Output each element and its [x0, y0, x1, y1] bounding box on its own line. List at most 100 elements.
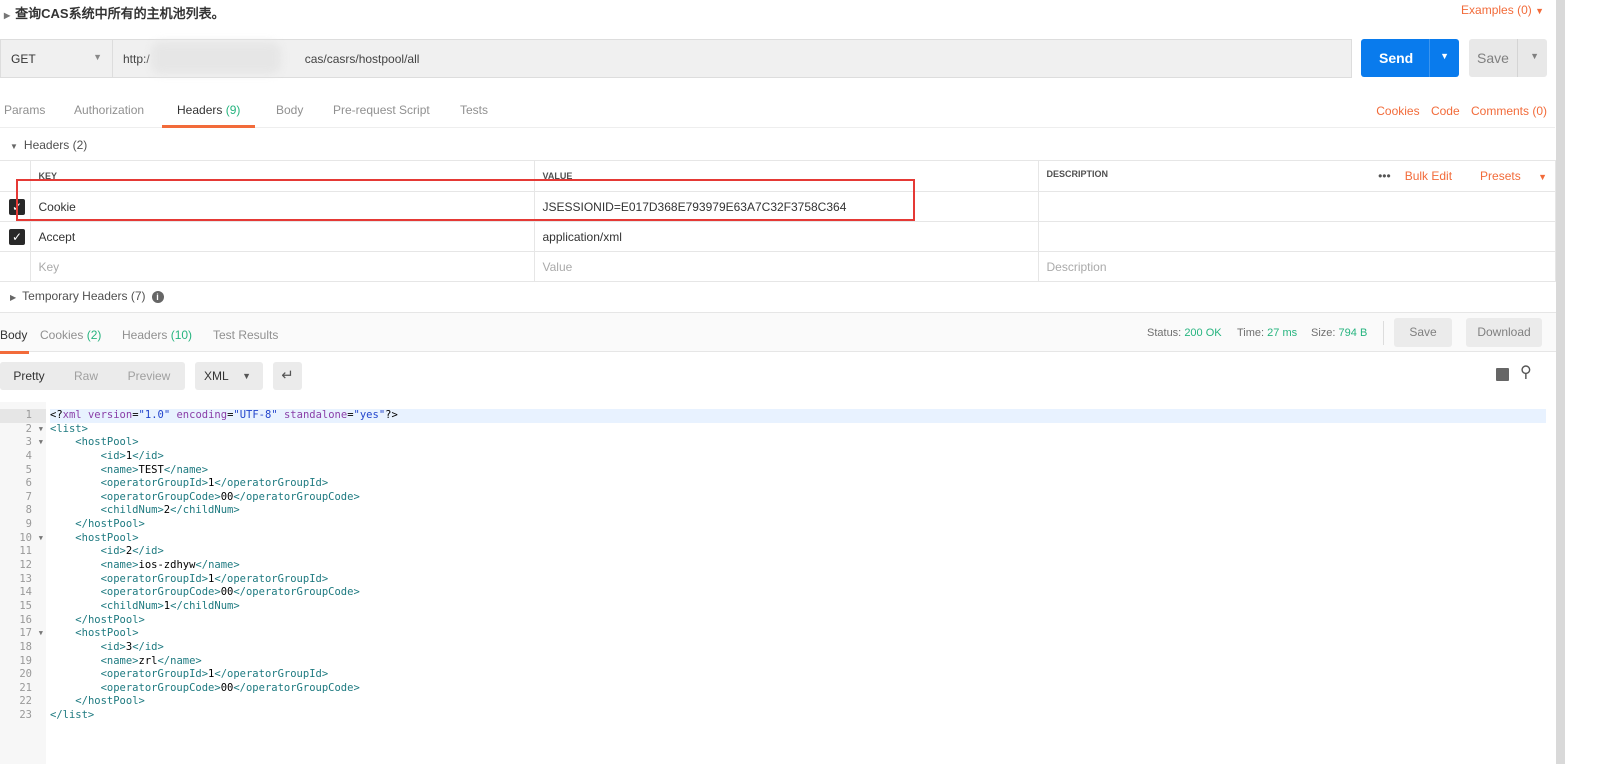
info-icon[interactable]: i — [151, 291, 164, 303]
response-tab-test-results[interactable]: Test Results — [213, 328, 278, 342]
scrollbar[interactable] — [1556, 0, 1565, 764]
header-key[interactable]: Accept — [29, 221, 535, 252]
presets-dropdown[interactable]: Presets ▼ — [1466, 169, 1547, 183]
code-line: <operatorGroupCode>00</operatorGroupCode… — [100, 681, 360, 694]
code-line: <operatorGroupCode>00</operatorGroupCode… — [100, 586, 360, 599]
caret-down-icon: ▼ — [242, 371, 251, 381]
wrap-lines-icon[interactable]: ↵ — [273, 362, 302, 390]
code-line: <name>zrl</name> — [100, 654, 202, 667]
code-line: <id>2</id> — [100, 545, 164, 558]
copy-icon[interactable] — [1496, 368, 1509, 381]
highlight-annotation-box — [16, 179, 915, 221]
code-line: <childNum>2</childNum> — [100, 504, 240, 517]
line-number: 13 — [19, 572, 32, 585]
line-number: 10 ▼ — [19, 531, 43, 546]
view-preview[interactable]: Preview — [114, 362, 184, 390]
column-description: DESCRIPTION ••• Bulk Edit Presets ▼ — [1037, 160, 1556, 192]
fold-arrow-icon[interactable]: ▼ — [39, 436, 43, 450]
fold-arrow-icon[interactable]: ▼ — [39, 532, 43, 546]
line-number: 9 — [25, 518, 32, 531]
url-bar: GET ▼ http:/cas/casrs/hostpool/all — [0, 39, 1352, 78]
response-tab-cookies[interactable]: Cookies (2) — [40, 328, 101, 342]
send-button[interactable]: Send ▼ — [1361, 39, 1459, 77]
code-line: </hostPool> — [75, 695, 145, 708]
new-value-input[interactable]: Value — [533, 251, 1039, 282]
format-select[interactable]: XML ▼ — [195, 362, 263, 390]
caret-down-icon[interactable]: ▼ — [1530, 51, 1539, 61]
line-number: 3 ▼ — [25, 436, 43, 450]
new-description-input[interactable]: Description — [1037, 251, 1556, 282]
code-line: <id>1</id> — [100, 449, 164, 462]
table-row: ✓ Accept application/xml — [0, 221, 1556, 252]
line-number: 8 — [25, 504, 32, 517]
code-line: <operatorGroupCode>00</operatorGroupCode… — [100, 490, 360, 503]
save-response-button[interactable]: Save — [1394, 318, 1452, 347]
examples-dropdown[interactable]: Examples (0) ▼ — [1461, 3, 1544, 17]
search-icon[interactable]: ⚲ — [1520, 362, 1532, 382]
save-request-button[interactable]: Save ▼ — [1469, 39, 1547, 77]
comments-link[interactable]: Comments (0) — [1471, 104, 1547, 118]
request-tabs: Params Authorization Headers (9) Body Pr… — [0, 92, 1555, 128]
line-number: 16 — [19, 613, 32, 626]
header-value[interactable]: application/xml — [533, 221, 1039, 252]
method-select[interactable]: GET ▼ — [1, 40, 113, 77]
status-readout: Status: 200 OK — [1147, 327, 1222, 339]
fold-arrow-icon[interactable]: ▼ — [39, 423, 43, 437]
response-tab-body[interactable]: Body — [0, 328, 30, 354]
code-line: <operatorGroupId>1</operatorGroupId> — [100, 477, 329, 490]
tab-params[interactable]: Params — [4, 103, 45, 117]
header-description[interactable] — [1037, 191, 1556, 222]
line-number: 19 — [19, 654, 32, 667]
tab-tests[interactable]: Tests — [460, 103, 488, 117]
code-line: <list> — [50, 422, 88, 435]
expand-triangle-icon[interactable]: ▶ — [4, 11, 10, 20]
tab-body[interactable]: Body — [276, 103, 303, 117]
response-tab-headers[interactable]: Headers (10) — [122, 328, 192, 342]
line-number: 2 ▼ — [25, 422, 43, 437]
fold-arrow-icon[interactable]: ▼ — [39, 627, 43, 641]
download-button[interactable]: Download — [1466, 318, 1542, 347]
code-line: <name>TEST</name> — [100, 463, 209, 476]
code-line: <childNum>1</childNum> — [100, 599, 240, 612]
cookies-link[interactable]: Cookies — [1376, 104, 1419, 118]
temporary-headers-toggle[interactable]: ▶ Temporary Headers (7) i — [10, 289, 164, 303]
request-title[interactable]: ▶ 查询CAS系统中所有的主机池列表。 — [4, 3, 225, 22]
caret-down-icon: ▼ — [1538, 172, 1547, 182]
code-line: </list> — [50, 709, 95, 722]
view-pretty[interactable]: Pretty — [0, 362, 58, 390]
tab-pre-request-script[interactable]: Pre-request Script — [333, 103, 430, 117]
line-number: 21 — [19, 681, 32, 694]
code-line: <hostPool> — [75, 531, 139, 544]
line-number: 18 — [19, 640, 32, 653]
line-number: 4 — [25, 449, 32, 462]
code-line: <operatorGroupId>1</operatorGroupId> — [100, 572, 329, 585]
headers-section-toggle[interactable]: ▼ Headers (2) — [10, 138, 87, 152]
header-description[interactable] — [1037, 221, 1556, 252]
line-number: 17 ▼ — [19, 627, 43, 641]
row-checkbox[interactable]: ✓ — [9, 228, 25, 245]
response-body-editor[interactable]: 1 <?xml version="1.0" encoding="UTF-8" st… — [0, 402, 1546, 764]
line-number: 11 — [19, 545, 32, 558]
code-line: </hostPool> — [75, 613, 145, 626]
line-number: 5 — [25, 463, 32, 476]
redacted-host — [151, 42, 281, 74]
expand-triangle-icon: ▶ — [10, 293, 17, 302]
code-line: <name>ios-zdhyw</name> — [100, 559, 240, 572]
code-line: <?xml version="1.0" encoding="UTF-8" sta… — [50, 409, 1546, 423]
line-number: 15 — [19, 599, 32, 612]
caret-down-icon[interactable]: ▼ — [1440, 51, 1449, 61]
caret-down-icon: ▼ — [1535, 6, 1544, 16]
tab-authorization[interactable]: Authorization — [74, 103, 144, 117]
bulk-edit-link[interactable]: Bulk Edit — [1405, 169, 1452, 183]
code-link[interactable]: Code — [1431, 104, 1460, 118]
more-icon[interactable]: ••• — [1378, 169, 1391, 183]
line-number: 1 — [0, 409, 46, 423]
new-key-input[interactable]: Key — [29, 251, 535, 282]
line-number: 22 — [19, 695, 32, 708]
tab-headers[interactable]: Headers (9) — [161, 103, 256, 128]
size-readout: Size: 794 B — [1311, 327, 1368, 339]
view-raw[interactable]: Raw — [58, 362, 114, 390]
line-number: 23 — [19, 709, 32, 722]
code-line: <hostPool> — [75, 436, 139, 449]
code-line: <hostPool> — [75, 627, 139, 640]
